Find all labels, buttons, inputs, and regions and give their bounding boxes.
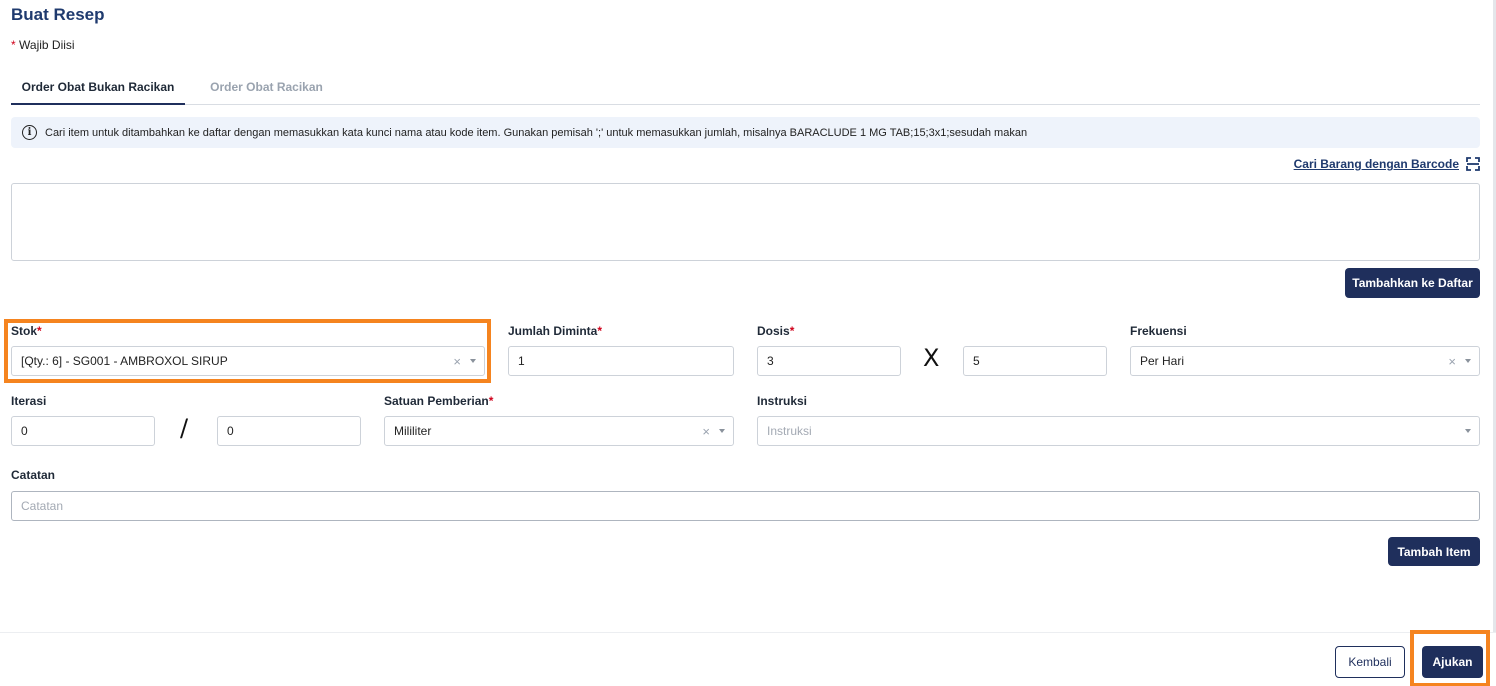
clear-icon[interactable]: ×	[702, 424, 710, 439]
add-item-button[interactable]: Tambah Item	[1388, 537, 1480, 566]
dosis-multiply-sign: X	[923, 344, 940, 372]
submit-button[interactable]: Ajukan	[1422, 646, 1483, 678]
frekuensi-value: Per Hari	[1140, 354, 1185, 368]
info-banner: i Cari item untuk ditambahkan ke daftar …	[11, 117, 1480, 148]
required-note: * Wajib Diisi	[11, 38, 75, 52]
catatan-placeholder: Catatan	[21, 499, 64, 513]
item-search-textarea[interactable]	[11, 183, 1480, 261]
catatan-input[interactable]: Catatan	[11, 491, 1480, 521]
required-star: *	[488, 394, 494, 408]
iterasi-separator: /	[180, 414, 189, 442]
required-star: *	[789, 324, 795, 338]
dosis-label-text: Dosis	[757, 324, 790, 338]
required-star: *	[11, 38, 16, 52]
tab-bar: Order Obat Bukan Racikan Order Obat Raci…	[11, 72, 1480, 105]
frekuensi-select[interactable]: Per Hari ×	[1130, 346, 1480, 376]
dosis-times-input[interactable]: 5	[963, 346, 1107, 376]
chevron-down-icon[interactable]	[470, 359, 476, 363]
frekuensi-label: Frekuensi	[1130, 324, 1187, 338]
required-star: *	[597, 324, 603, 338]
chevron-down-icon[interactable]	[1465, 429, 1471, 433]
info-text: Cari item untuk ditambahkan ke daftar de…	[45, 126, 1028, 139]
iterasi-label: Iterasi	[11, 394, 47, 408]
clear-icon[interactable]: ×	[453, 354, 461, 369]
satuan-pemberian-label-text: Satuan Pemberian	[384, 394, 489, 408]
back-button[interactable]: Kembali	[1335, 646, 1405, 678]
stok-label: Stok*	[11, 324, 42, 338]
iterasi-first-input[interactable]: 0	[11, 416, 155, 446]
page-title: Buat Resep	[11, 5, 105, 24]
info-icon: i	[22, 125, 37, 140]
catatan-label: Catatan	[11, 468, 56, 482]
stok-select[interactable]: [Qty.: 6] - SG001 - AMBROXOL SIRUP ×	[11, 346, 485, 376]
tab-order-obat-racikan[interactable]: Order Obat Racikan	[199, 72, 334, 105]
barcode-scan-icon	[1466, 157, 1480, 171]
chevron-down-icon[interactable]	[1465, 359, 1471, 363]
instruksi-label: Instruksi	[757, 394, 808, 408]
satuan-pemberian-value: Mililiter	[394, 424, 432, 438]
stok-value: [Qty.: 6] - SG001 - AMBROXOL SIRUP	[21, 354, 228, 368]
jumlah-diminta-label-text: Jumlah Diminta	[508, 324, 598, 338]
tab-order-obat-bukan-racikan[interactable]: Order Obat Bukan Racikan	[11, 72, 185, 105]
jumlah-diminta-input[interactable]: 1	[508, 346, 734, 376]
required-note-text: Wajib Diisi	[19, 38, 75, 52]
barcode-search-link[interactable]: Cari Barang dengan Barcode	[1294, 157, 1480, 171]
barcode-link-label: Cari Barang dengan Barcode	[1293, 157, 1459, 171]
satuan-pemberian-label: Satuan Pemberian*	[384, 394, 493, 408]
clear-icon[interactable]: ×	[1448, 354, 1456, 369]
chevron-down-icon[interactable]	[719, 429, 725, 433]
dosis-amount-input[interactable]: 3	[757, 346, 901, 376]
instruksi-select[interactable]: Instruksi	[757, 416, 1480, 446]
jumlah-diminta-label: Jumlah Diminta*	[508, 324, 602, 338]
add-to-list-button[interactable]: Tambahkan ke Daftar	[1345, 268, 1480, 298]
stok-label-text: Stok	[11, 324, 38, 338]
footer-bar: Kembali Ajukan	[0, 630, 1496, 686]
satuan-pemberian-select[interactable]: Mililiter ×	[384, 416, 734, 446]
instruksi-placeholder: Instruksi	[767, 424, 812, 438]
dosis-label: Dosis*	[757, 324, 794, 338]
iterasi-second-input[interactable]: 0	[217, 416, 361, 446]
required-star: *	[37, 324, 42, 338]
